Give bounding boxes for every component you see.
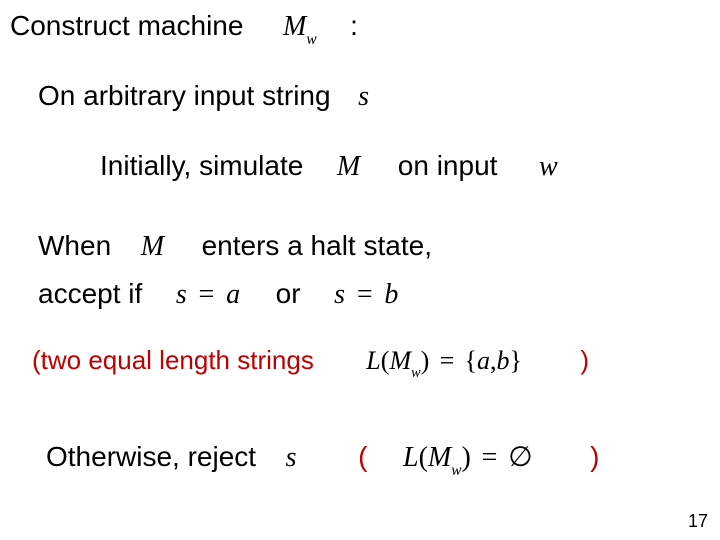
math-s3: s — [286, 442, 297, 473]
text-two-equal: (two equal length strings — [32, 345, 314, 375]
math-sb-rhs: b — [384, 279, 398, 310]
text-on-arbitrary: On arbitrary input string — [38, 80, 331, 111]
math-sb-eq: = — [353, 279, 377, 310]
math-M-sub: w — [306, 31, 316, 48]
math-sb-lhs: s — [334, 279, 345, 310]
math-M3: M — [141, 231, 164, 262]
text-on-input: on input — [398, 150, 498, 181]
math-lp2: ( — [419, 442, 428, 473]
text-construct: Construct machine — [10, 10, 243, 41]
text-close-paren: ) — [580, 345, 589, 375]
math-emptyset: ∅ — [508, 442, 532, 473]
math-M5-sub: w — [451, 462, 461, 479]
text-enters: enters a halt state, — [202, 230, 432, 261]
text-otherwise: Otherwise, reject — [46, 441, 256, 472]
math-M5: M — [428, 442, 451, 473]
math-L: L — [366, 346, 380, 375]
text-when: When — [38, 230, 111, 261]
math-rb: } — [509, 346, 521, 375]
text-accept-if: accept if — [38, 278, 142, 309]
text-close-paren2: ) — [590, 441, 599, 472]
math-sa-eq: = — [195, 279, 219, 310]
math-L2: L — [403, 442, 419, 473]
math-M4-sub: w — [411, 365, 421, 381]
math-sa-rhs: a — [226, 279, 240, 310]
math-lb: { — [464, 346, 476, 375]
page-number: 17 — [688, 511, 708, 532]
math-b: b — [496, 346, 509, 375]
text-open-paren2: ( — [358, 441, 367, 472]
math-M: M — [283, 11, 306, 42]
math-w: w — [539, 151, 558, 182]
math-eq2: = — [437, 346, 458, 375]
math-M2: M — [337, 151, 360, 182]
text-colon: : — [350, 10, 358, 41]
math-rp: ) — [421, 346, 430, 375]
math-sa-lhs: s — [176, 279, 187, 310]
math-a: a — [477, 346, 490, 375]
text-or: or — [276, 278, 301, 309]
math-s: s — [358, 81, 369, 112]
math-M4: M — [389, 346, 411, 375]
math-rp2: ) — [462, 442, 471, 473]
text-initially: Initially, simulate — [100, 150, 303, 181]
math-eq3: = — [479, 442, 501, 473]
